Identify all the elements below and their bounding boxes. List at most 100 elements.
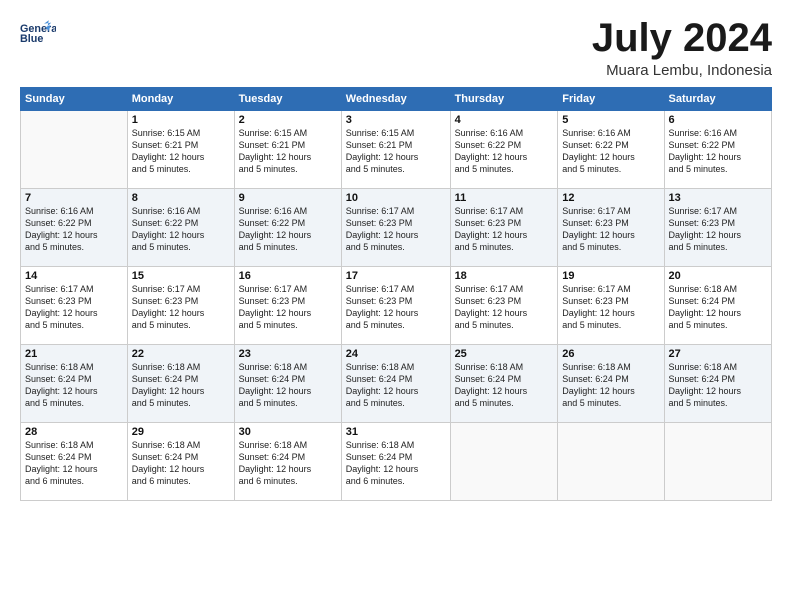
table-row: 31Sunrise: 6:18 AMSunset: 6:24 PMDayligh…: [341, 423, 450, 501]
day-info: Sunrise: 6:18 AMSunset: 6:24 PMDaylight:…: [346, 361, 446, 410]
table-row: 28Sunrise: 6:18 AMSunset: 6:24 PMDayligh…: [21, 423, 128, 501]
day-info: Sunrise: 6:18 AMSunset: 6:24 PMDaylight:…: [455, 361, 554, 410]
table-row: 16Sunrise: 6:17 AMSunset: 6:23 PMDayligh…: [234, 267, 341, 345]
table-row: 27Sunrise: 6:18 AMSunset: 6:24 PMDayligh…: [664, 345, 771, 423]
table-row: 2Sunrise: 6:15 AMSunset: 6:21 PMDaylight…: [234, 111, 341, 189]
day-number: 23: [239, 348, 337, 360]
day-number: 29: [132, 426, 230, 438]
day-number: 22: [132, 348, 230, 360]
day-info: Sunrise: 6:17 AMSunset: 6:23 PMDaylight:…: [239, 283, 337, 332]
day-number: 1: [132, 114, 230, 126]
day-info: Sunrise: 6:16 AMSunset: 6:22 PMDaylight:…: [132, 205, 230, 254]
header-wednesday: Wednesday: [341, 88, 450, 111]
header-sunday: Sunday: [21, 88, 128, 111]
month-title: July 2024: [592, 16, 772, 60]
days-header-row: Sunday Monday Tuesday Wednesday Thursday…: [21, 88, 772, 111]
day-info: Sunrise: 6:17 AMSunset: 6:23 PMDaylight:…: [346, 283, 446, 332]
day-number: 20: [669, 270, 767, 282]
page-header: General Blue July 2024 Muara Lembu, Indo…: [20, 16, 772, 79]
day-number: 5: [562, 114, 659, 126]
table-row: [664, 423, 771, 501]
table-row: [558, 423, 664, 501]
day-number: 11: [455, 192, 554, 204]
calendar-week-row: 21 Sunrise: 6:18 AMSunset: 6:24 PMDayligh…: [21, 345, 772, 423]
day-info: Sunrise: 6:15 AMSunset: 6:21 PMDaylight:…: [346, 127, 446, 176]
table-row: 14Sunrise: 6:17 AMSunset: 6:23 PMDayligh…: [21, 267, 128, 345]
day-number: 24: [346, 348, 446, 360]
table-row: 13Sunrise: 6:17 AMSunset: 6:23 PMDayligh…: [664, 189, 771, 267]
header-thursday: Thursday: [450, 88, 558, 111]
day-info: Sunrise: 6:18 AMSunset: 6:24 PMDaylight:…: [346, 439, 446, 488]
table-row: 19Sunrise: 6:17 AMSunset: 6:23 PMDayligh…: [558, 267, 664, 345]
calendar-week-row: 1Sunrise: 6:15 AMSunset: 6:21 PMDaylight…: [21, 111, 772, 189]
header-monday: Monday: [127, 88, 234, 111]
table-row: 23Sunrise: 6:18 AMSunset: 6:24 PMDayligh…: [234, 345, 341, 423]
day-number: 19: [562, 270, 659, 282]
day-info: Sunrise: 6:18 AMSunset: 6:24 PMDaylight:…: [669, 361, 767, 410]
day-info: Sunrise: 6:16 AMSunset: 6:22 PMDaylight:…: [25, 205, 123, 254]
table-row: 21Sunrise: 6:18 AMSunset: 6:24 PMDayligh…: [21, 345, 128, 423]
table-row: 4Sunrise: 6:16 AMSunset: 6:22 PMDaylight…: [450, 111, 558, 189]
day-info: Sunrise: 6:15 AMSunset: 6:21 PMDaylight:…: [239, 127, 337, 176]
header-friday: Friday: [558, 88, 664, 111]
day-info: Sunrise: 6:15 AMSunset: 6:21 PMDaylight:…: [132, 127, 230, 176]
table-row: 9Sunrise: 6:16 AMSunset: 6:22 PMDaylight…: [234, 189, 341, 267]
day-info: Sunrise: 6:16 AMSunset: 6:22 PMDaylight:…: [239, 205, 337, 254]
table-row: 12Sunrise: 6:17 AMSunset: 6:23 PMDayligh…: [558, 189, 664, 267]
day-number: 17: [346, 270, 446, 282]
day-info: Sunrise: 6:16 AMSunset: 6:22 PMDaylight:…: [455, 127, 554, 176]
day-number: 8: [132, 192, 230, 204]
table-row: 24Sunrise: 6:18 AMSunset: 6:24 PMDayligh…: [341, 345, 450, 423]
day-number: 27: [669, 348, 767, 360]
table-row: 17Sunrise: 6:17 AMSunset: 6:23 PMDayligh…: [341, 267, 450, 345]
day-number: 10: [346, 192, 446, 204]
calendar-week-row: 14Sunrise: 6:17 AMSunset: 6:23 PMDayligh…: [21, 267, 772, 345]
header-saturday: Saturday: [664, 88, 771, 111]
table-row: 8Sunrise: 6:16 AMSunset: 6:22 PMDaylight…: [127, 189, 234, 267]
day-info: Sunrise: 6:17 AMSunset: 6:23 PMDaylight:…: [346, 205, 446, 254]
day-info: Sunrise: 6:16 AMSunset: 6:22 PMDaylight:…: [562, 127, 659, 176]
day-number: 21: [25, 348, 123, 360]
table-row: 10Sunrise: 6:17 AMSunset: 6:23 PMDayligh…: [341, 189, 450, 267]
table-row: 15Sunrise: 6:17 AMSunset: 6:23 PMDayligh…: [127, 267, 234, 345]
day-info: Sunrise: 6:17 AMSunset: 6:23 PMDaylight:…: [455, 283, 554, 332]
table-row: 25Sunrise: 6:18 AMSunset: 6:24 PMDayligh…: [450, 345, 558, 423]
calendar-page: General Blue July 2024 Muara Lembu, Indo…: [0, 0, 792, 612]
location: Muara Lembu, Indonesia: [592, 62, 772, 79]
day-number: 31: [346, 426, 446, 438]
table-row: 3Sunrise: 6:15 AMSunset: 6:21 PMDaylight…: [341, 111, 450, 189]
table-row: [450, 423, 558, 501]
day-info: Sunrise: 6:18 AMSunset: 6:24 PMDaylight:…: [25, 439, 123, 488]
day-info: Sunrise: 6:18 AMSunset: 6:24 PMDaylight:…: [132, 361, 230, 410]
day-number: 28: [25, 426, 123, 438]
day-info: Sunrise: 6:17 AMSunset: 6:23 PMDaylight:…: [562, 205, 659, 254]
day-info: Sunrise: 6:18 AMSunset: 6:24 PMDaylight:…: [132, 439, 230, 488]
table-row: 30Sunrise: 6:18 AMSunset: 6:24 PMDayligh…: [234, 423, 341, 501]
day-info: Sunrise: 6:18 AMSunset: 6:24 PMDaylight:…: [669, 283, 767, 332]
calendar-week-row: 28Sunrise: 6:18 AMSunset: 6:24 PMDayligh…: [21, 423, 772, 501]
day-info: Sunrise: 6:17 AMSunset: 6:23 PMDaylight:…: [562, 283, 659, 332]
logo: General Blue: [20, 16, 56, 52]
day-info: Sunrise: 6:17 AMSunset: 6:23 PMDaylight:…: [25, 283, 123, 332]
day-info: Sunrise: 6:17 AMSunset: 6:23 PMDaylight:…: [455, 205, 554, 254]
day-number: 15: [132, 270, 230, 282]
table-row: 5Sunrise: 6:16 AMSunset: 6:22 PMDaylight…: [558, 111, 664, 189]
day-number: 14: [25, 270, 123, 282]
day-number: 13: [669, 192, 767, 204]
day-number: 25: [455, 348, 554, 360]
day-number: 2: [239, 114, 337, 126]
table-row: 6Sunrise: 6:16 AMSunset: 6:22 PMDaylight…: [664, 111, 771, 189]
day-info: Sunrise: 6:16 AMSunset: 6:22 PMDaylight:…: [669, 127, 767, 176]
header-tuesday: Tuesday: [234, 88, 341, 111]
calendar-week-row: 7Sunrise: 6:16 AMSunset: 6:22 PMDaylight…: [21, 189, 772, 267]
day-info: Sunrise: 6:17 AMSunset: 6:23 PMDaylight:…: [669, 205, 767, 254]
calendar-table: Sunday Monday Tuesday Wednesday Thursday…: [20, 87, 772, 501]
day-info: Sunrise: 6:18 AMSunset: 6:24 PMDaylight:…: [562, 361, 659, 410]
table-row: 1Sunrise: 6:15 AMSunset: 6:21 PMDaylight…: [127, 111, 234, 189]
day-number: 9: [239, 192, 337, 204]
day-number: 3: [346, 114, 446, 126]
day-number: 7: [25, 192, 123, 204]
table-row: 26Sunrise: 6:18 AMSunset: 6:24 PMDayligh…: [558, 345, 664, 423]
day-number: 12: [562, 192, 659, 204]
table-row: 18Sunrise: 6:17 AMSunset: 6:23 PMDayligh…: [450, 267, 558, 345]
